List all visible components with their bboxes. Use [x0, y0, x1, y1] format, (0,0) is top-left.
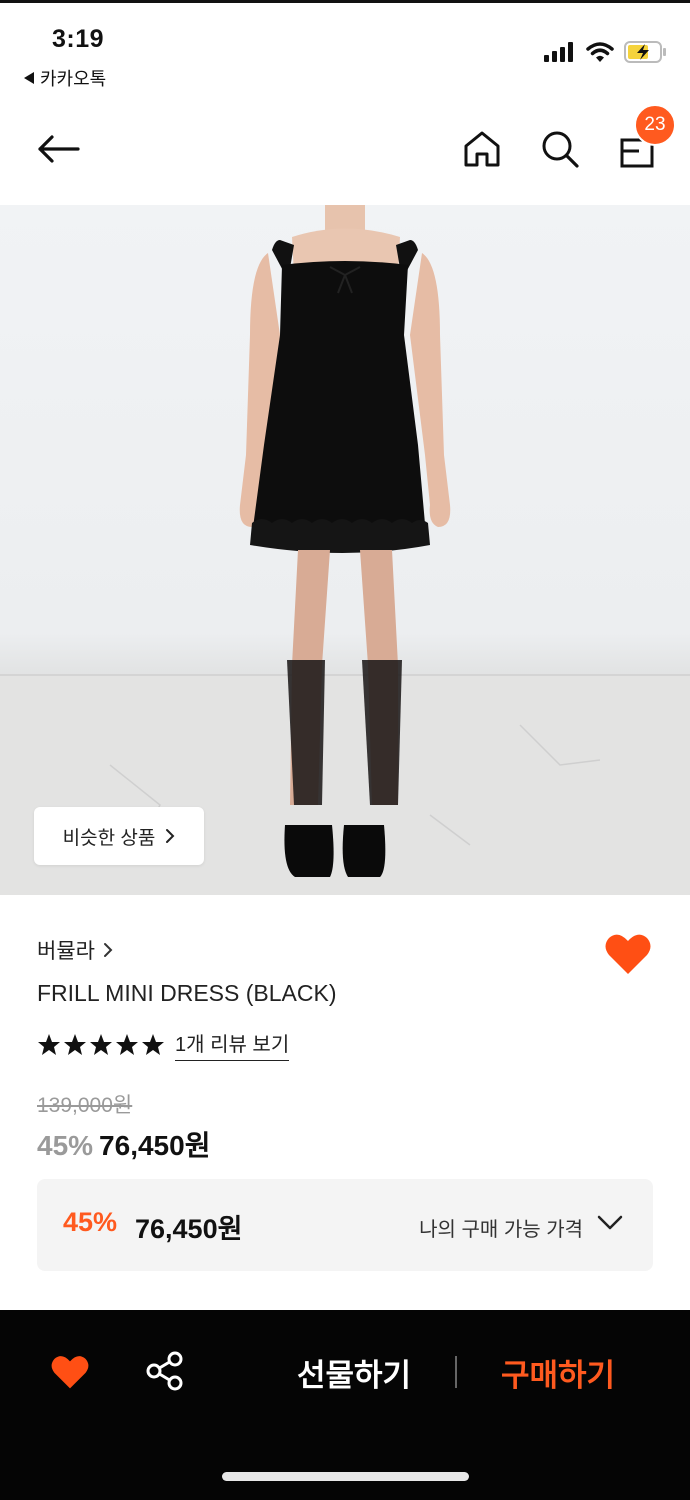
back-arrow-icon: [38, 135, 80, 163]
review-link[interactable]: 1개 리뷰 보기: [175, 1028, 290, 1061]
chevron-right-icon: [103, 943, 113, 957]
price-row: 45% 76,450원: [37, 1124, 210, 1164]
status-icons: [544, 41, 668, 63]
home-indicator: [222, 1472, 469, 1481]
original-price: 139,000원: [37, 1094, 133, 1117]
similar-products-label: 비슷한 상품: [62, 827, 156, 849]
discount-rate: 45%: [37, 1130, 94, 1161]
buy-button[interactable]: 구매하기: [490, 1350, 626, 1395]
rating-stars: [37, 1033, 165, 1057]
battery-charging-icon: [624, 41, 666, 63]
status-bar: 3:19 카카오톡: [0, 3, 690, 95]
similar-products-button[interactable]: 비슷한 상품: [34, 807, 204, 865]
signal-icon: [544, 42, 573, 62]
star-icon: [38, 1033, 60, 1055]
star-icon: [64, 1033, 86, 1055]
gift-button[interactable]: 선물하기: [286, 1350, 422, 1395]
status-time: 3:19: [52, 25, 105, 53]
wifi-icon: [586, 42, 614, 62]
share-icon[interactable]: [144, 1350, 186, 1392]
search-button[interactable]: [536, 125, 584, 173]
wishlist-heart-icon[interactable]: [604, 932, 652, 976]
chevron-right-icon: [166, 829, 175, 843]
action-divider: [455, 1356, 457, 1388]
my-price-label: 나의 구매 가능 가격: [419, 1219, 583, 1241]
back-to-app-link[interactable]: 카카오톡: [24, 65, 106, 91]
product-image[interactable]: 비슷한 상품: [0, 205, 690, 895]
product-name: FRILL MINI DRESS (BLACK): [37, 980, 337, 1006]
home-button[interactable]: [458, 125, 506, 173]
app-header: [0, 95, 690, 205]
home-icon: [464, 131, 500, 167]
brand-link[interactable]: 버뮬라: [37, 935, 113, 965]
back-button[interactable]: [34, 125, 82, 173]
product-photo-illustration: [0, 205, 690, 895]
heart-icon[interactable]: [50, 1354, 90, 1390]
brand-name: 버뮬라: [37, 940, 95, 963]
search-icon: [542, 131, 579, 168]
rating-row: 1개 리뷰 보기: [37, 1028, 290, 1061]
bottom-action-bar: 선물하기 구매하기: [0, 1310, 690, 1500]
star-icon: [142, 1033, 164, 1055]
chevron-down-icon: [597, 1215, 623, 1230]
sale-price: 76,450원: [99, 1130, 211, 1161]
my-price-box[interactable]: 45% 76,450원 나의 구매 가능 가격: [37, 1179, 653, 1271]
cart-count-badge: 23: [634, 104, 676, 146]
my-discount-rate: 45%: [63, 1207, 118, 1237]
back-triangle-icon: [24, 72, 34, 84]
my-price: 76,450원: [135, 1214, 243, 1244]
star-icon: [116, 1033, 138, 1055]
back-app-label: 카카오톡: [40, 69, 107, 89]
star-icon: [90, 1033, 112, 1055]
